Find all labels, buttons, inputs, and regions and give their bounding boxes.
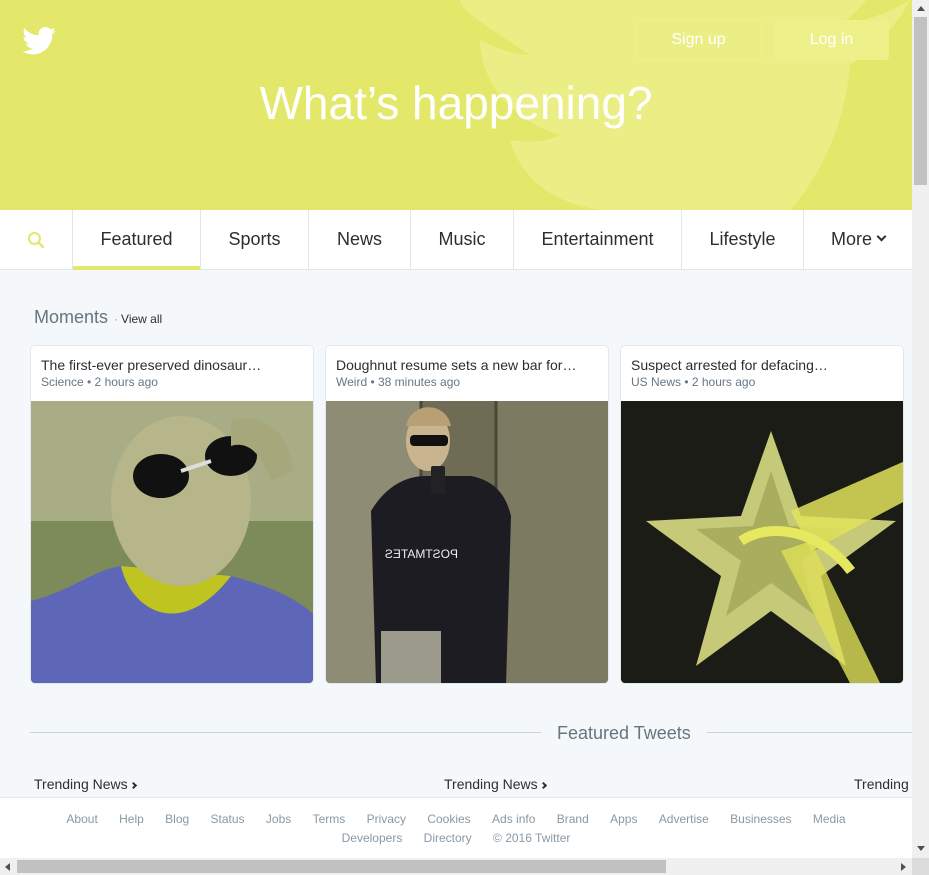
moment-image-walk-of-fame-star bbox=[621, 401, 903, 683]
footer-link-cookies[interactable]: Cookies bbox=[427, 812, 470, 826]
footer-link-directory[interactable]: Directory bbox=[424, 831, 472, 845]
moments-header: Moments · View all bbox=[34, 307, 162, 328]
view-all-link[interactable]: · View all bbox=[114, 312, 162, 326]
trending-news-link[interactable]: Trending News bbox=[444, 776, 547, 792]
trending-news-link[interactable]: Trending N bbox=[854, 776, 912, 792]
vertical-scroll-thumb[interactable] bbox=[914, 17, 927, 185]
footer-link-businesses[interactable]: Businesses bbox=[730, 812, 791, 826]
footer-link-status[interactable]: Status bbox=[211, 812, 245, 826]
moment-image-elevator-selfie: POSTMATES bbox=[326, 401, 608, 683]
chevron-right-icon bbox=[129, 781, 137, 790]
hero-banner: Sign up Log in What’s happening? bbox=[0, 0, 912, 210]
moment-card-dinosaur[interactable]: The first-ever preserved dinosaur… Scien… bbox=[30, 345, 314, 684]
vertical-scrollbar[interactable] bbox=[912, 0, 929, 858]
tab-label: Entertainment bbox=[541, 229, 654, 249]
tab-label: More bbox=[830, 229, 872, 249]
scroll-up-arrow-icon[interactable] bbox=[917, 6, 925, 11]
twitter-bird-icon[interactable] bbox=[22, 27, 56, 55]
page-title: What’s happening? bbox=[259, 77, 653, 129]
footer-link-ads-info[interactable]: Ads info bbox=[492, 812, 535, 826]
trending-news-link[interactable]: Trending News bbox=[34, 776, 137, 792]
moment-meta: Science • 2 hours ago bbox=[41, 375, 158, 389]
tab-featured[interactable]: Featured bbox=[73, 210, 201, 270]
scroll-left-arrow-icon[interactable] bbox=[5, 863, 10, 871]
moment-title: The first-ever preserved dinosaur… bbox=[41, 357, 262, 373]
footer-link-apps[interactable]: Apps bbox=[610, 812, 637, 826]
trending-label: Trending N bbox=[854, 776, 912, 792]
tab-entertainment[interactable]: Entertainment bbox=[514, 210, 682, 269]
footer: About Help Blog Status Jobs Terms Privac… bbox=[0, 797, 912, 858]
category-nav: Featured Sports News Music Entertainment… bbox=[0, 210, 912, 270]
signup-button[interactable]: Sign up bbox=[635, 20, 762, 60]
horizontal-scroll-thumb[interactable] bbox=[17, 860, 666, 873]
divider-right bbox=[706, 732, 912, 733]
footer-links-row: About Help Blog Status Jobs Terms Privac… bbox=[0, 812, 912, 826]
moment-meta: US News • 2 hours ago bbox=[631, 375, 756, 389]
tab-more[interactable]: More bbox=[804, 210, 912, 269]
trending-label: Trending News bbox=[34, 776, 128, 792]
scroll-right-arrow-icon[interactable] bbox=[901, 863, 906, 871]
moment-title: Suspect arrested for defacing… bbox=[631, 357, 828, 373]
divider-left bbox=[30, 732, 542, 733]
tab-label: Lifestyle bbox=[709, 229, 776, 249]
tab-news[interactable]: News bbox=[309, 210, 411, 269]
horizontal-scrollbar[interactable] bbox=[0, 858, 912, 875]
tab-label: Featured bbox=[100, 229, 173, 249]
footer-links-row: Developers Directory © 2016 Twitter bbox=[0, 831, 912, 845]
footer-link-privacy[interactable]: Privacy bbox=[367, 812, 406, 826]
trending-label: Trending News bbox=[444, 776, 538, 792]
moments-title: Moments bbox=[34, 307, 109, 327]
chevron-right-icon bbox=[539, 781, 547, 790]
search-button[interactable] bbox=[0, 210, 73, 269]
footer-link-terms[interactable]: Terms bbox=[313, 812, 346, 826]
footer-link-jobs[interactable]: Jobs bbox=[266, 812, 291, 826]
moment-card-star[interactable]: Suspect arrested for defacing… US News •… bbox=[620, 345, 904, 684]
featured-tweets-title: Featured Tweets bbox=[557, 723, 691, 743]
footer-link-advertise[interactable]: Advertise bbox=[659, 812, 709, 826]
search-icon bbox=[28, 231, 45, 248]
tab-label: News bbox=[336, 229, 382, 249]
tab-label: Music bbox=[438, 229, 486, 249]
scroll-down-arrow-icon[interactable] bbox=[917, 846, 925, 851]
svg-text:POSTMATES: POSTMATES bbox=[385, 547, 458, 561]
footer-link-blog[interactable]: Blog bbox=[165, 812, 189, 826]
tab-music[interactable]: Music bbox=[411, 210, 514, 269]
moment-card-doughnut[interactable]: Doughnut resume sets a new bar for… Weir… bbox=[325, 345, 609, 684]
footer-link-help[interactable]: Help bbox=[119, 812, 144, 826]
tab-lifestyle[interactable]: Lifestyle bbox=[682, 210, 804, 269]
chevron-down-icon bbox=[876, 231, 887, 242]
login-button[interactable]: Log in bbox=[774, 20, 889, 60]
tab-sports[interactable]: Sports bbox=[201, 210, 309, 269]
footer-link-media[interactable]: Media bbox=[813, 812, 846, 826]
tab-label: Sports bbox=[228, 229, 281, 249]
footer-link-brand[interactable]: Brand bbox=[557, 812, 589, 826]
footer-link-developers[interactable]: Developers bbox=[342, 831, 403, 845]
view-all-label: View all bbox=[121, 312, 163, 326]
moment-meta: Weird • 38 minutes ago bbox=[336, 375, 461, 389]
footer-link-about[interactable]: About bbox=[66, 812, 97, 826]
moment-image-man-sunglasses bbox=[31, 401, 313, 683]
scrollbar-corner bbox=[912, 858, 929, 875]
footer-copyright: © 2016 Twitter bbox=[493, 831, 571, 845]
moment-title: Doughnut resume sets a new bar for… bbox=[336, 357, 577, 373]
